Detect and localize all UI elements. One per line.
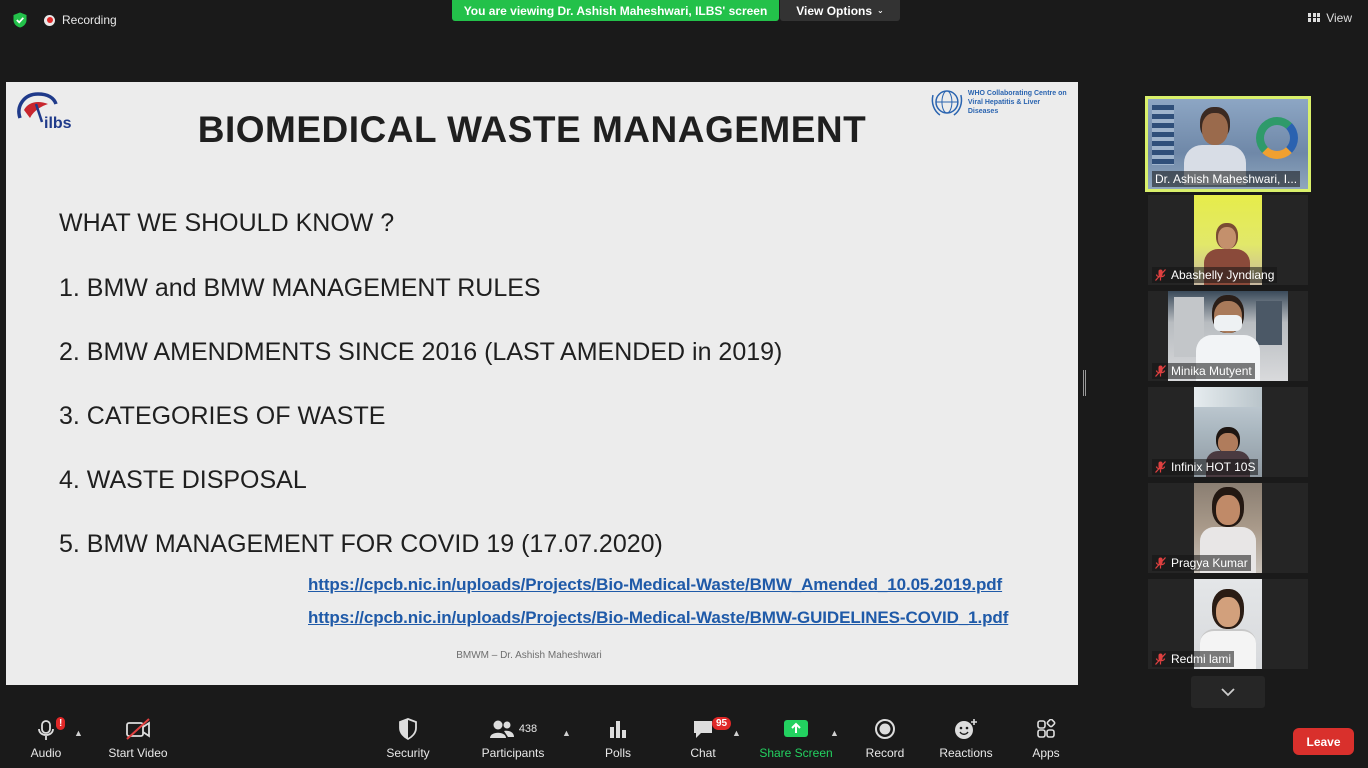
security-button[interactable]: Security [384, 716, 432, 766]
participant-name: Minika Mutyent [1152, 363, 1255, 379]
view-label: View [1326, 11, 1352, 25]
chat-options-caret[interactable]: ▲ [732, 728, 741, 738]
chat-unread-badge: 95 [712, 717, 732, 730]
participant-name: Abashelly Jyndiang [1152, 267, 1278, 283]
slide-link-1[interactable]: https://cpcb.nic.in/uploads/Projects/Bio… [308, 575, 1002, 595]
apps-icon [1037, 719, 1056, 738]
participant-name: Pragya Kumar [1152, 555, 1251, 571]
chat-button[interactable]: 95 Chat [686, 716, 732, 766]
slide-footer: BMWM – Dr. Ashish Maheshwari [456, 650, 602, 661]
video-off-icon [126, 718, 150, 740]
polls-bar-chart-icon [610, 721, 626, 738]
apps-button[interactable]: Apps [1028, 716, 1064, 766]
who-line-1: WHO Collaborating Centre on [967, 89, 1067, 97]
smiley-plus-icon [955, 719, 977, 739]
participant-tile[interactable]: Redmi lami [1148, 579, 1308, 669]
viewing-banner: You are viewing Dr. Ashish Maheshwari, I… [452, 0, 779, 21]
start-video-label: Start Video [108, 746, 168, 760]
view-button[interactable]: View [1308, 11, 1352, 25]
reactions-button[interactable]: Reactions [938, 716, 994, 766]
microphone-muted-icon [1155, 269, 1166, 281]
participant-name: Infinix HOT 10S [1152, 459, 1259, 475]
share-screen-button[interactable]: Share Screen [759, 716, 833, 766]
participant-tile[interactable]: Minika Mutyent [1148, 291, 1308, 381]
microphone-muted-icon [1155, 653, 1166, 665]
audio-options-caret[interactable]: ▲ [74, 728, 83, 738]
record-button[interactable]: Record [864, 716, 906, 766]
shared-screen-slide: ilbs WHO Collaborating Centre on Viral H… [6, 82, 1078, 685]
leave-button[interactable]: Leave [1293, 728, 1354, 755]
slide-title: BIOMEDICAL WASTE MANAGEMENT [197, 109, 867, 150]
security-label: Security [386, 746, 430, 760]
view-options-label: View Options [796, 3, 873, 18]
reactions-label: Reactions [939, 746, 993, 760]
recording-icon [44, 14, 55, 26]
shield-check-icon[interactable] [12, 12, 28, 28]
chevron-down-icon: ⌄ [877, 6, 884, 15]
grid-view-icon [1308, 13, 1321, 23]
microphone-muted-icon [1155, 365, 1166, 377]
start-video-button[interactable]: Start Video [106, 716, 170, 766]
slide-item-3: 3. CATEGORIES OF WASTE [59, 402, 386, 430]
share-screen-label: Share Screen [759, 746, 833, 760]
microphone-muted-icon [1155, 461, 1166, 473]
chat-bubble-icon [694, 721, 712, 738]
chevron-down-icon [1221, 688, 1235, 697]
participants-options-caret[interactable]: ▲ [562, 728, 571, 738]
audio-alert-badge: ! [56, 717, 66, 730]
slide-item-4: 4. WASTE DISPOSAL [59, 466, 307, 494]
recording-label: Recording [62, 13, 117, 27]
participant-name: Redmi lami [1152, 651, 1235, 667]
microphone-muted-icon [1155, 557, 1166, 569]
recording-indicator[interactable]: Recording [44, 12, 117, 28]
participants-label: Participants [481, 746, 545, 760]
slide-item-5: 5. BMW MANAGEMENT FOR COVID 19 (17.07.20… [59, 530, 663, 558]
security-shield-icon [399, 718, 417, 740]
share-screen-options-caret[interactable]: ▲ [830, 728, 839, 738]
audio-button[interactable]: ! Audio [26, 716, 66, 766]
participant-tile[interactable]: Pragya Kumar [1148, 483, 1308, 573]
record-icon [875, 719, 895, 739]
participant-name: Dr. Ashish Maheshwari, I... [1152, 171, 1301, 187]
gallery-next-page-button[interactable] [1191, 676, 1265, 708]
apps-label: Apps [1032, 746, 1060, 760]
participants-button[interactable]: 438 Participants [480, 716, 546, 766]
participant-tile-active-speaker[interactable]: Dr. Ashish Maheshwari, I... [1145, 96, 1311, 192]
audio-label: Audio [30, 746, 62, 760]
slide-item-1: 1. BMW and BMW MANAGEMENT RULES [59, 274, 541, 302]
microphone-icon [38, 720, 54, 740]
view-options-button[interactable]: View Options ⌄ [780, 0, 900, 21]
record-label: Record [865, 746, 905, 760]
slide-link-2[interactable]: https://cpcb.nic.in/uploads/Projects/Bio… [308, 608, 1008, 628]
participants-count: 438 [518, 723, 538, 735]
zoom-meeting-window: Recording You are viewing Dr. Ashish Mah… [0, 0, 1368, 768]
chat-label: Chat [690, 746, 716, 760]
polls-label: Polls [604, 746, 631, 760]
slide-heading: WHAT WE SHOULD KNOW ? [59, 209, 395, 237]
participants-icon [489, 720, 514, 738]
slide-item-2: 2. BMW AMENDMENTS SINCE 2016 (LAST AMEND… [59, 338, 783, 366]
participant-tile[interactable]: Infinix HOT 10S [1148, 387, 1308, 477]
polls-button[interactable]: Polls [600, 716, 636, 766]
panel-resize-handle[interactable] [1083, 370, 1086, 396]
share-screen-arrow-icon [784, 720, 808, 737]
participant-tile[interactable]: Abashelly Jyndiang [1148, 195, 1308, 285]
